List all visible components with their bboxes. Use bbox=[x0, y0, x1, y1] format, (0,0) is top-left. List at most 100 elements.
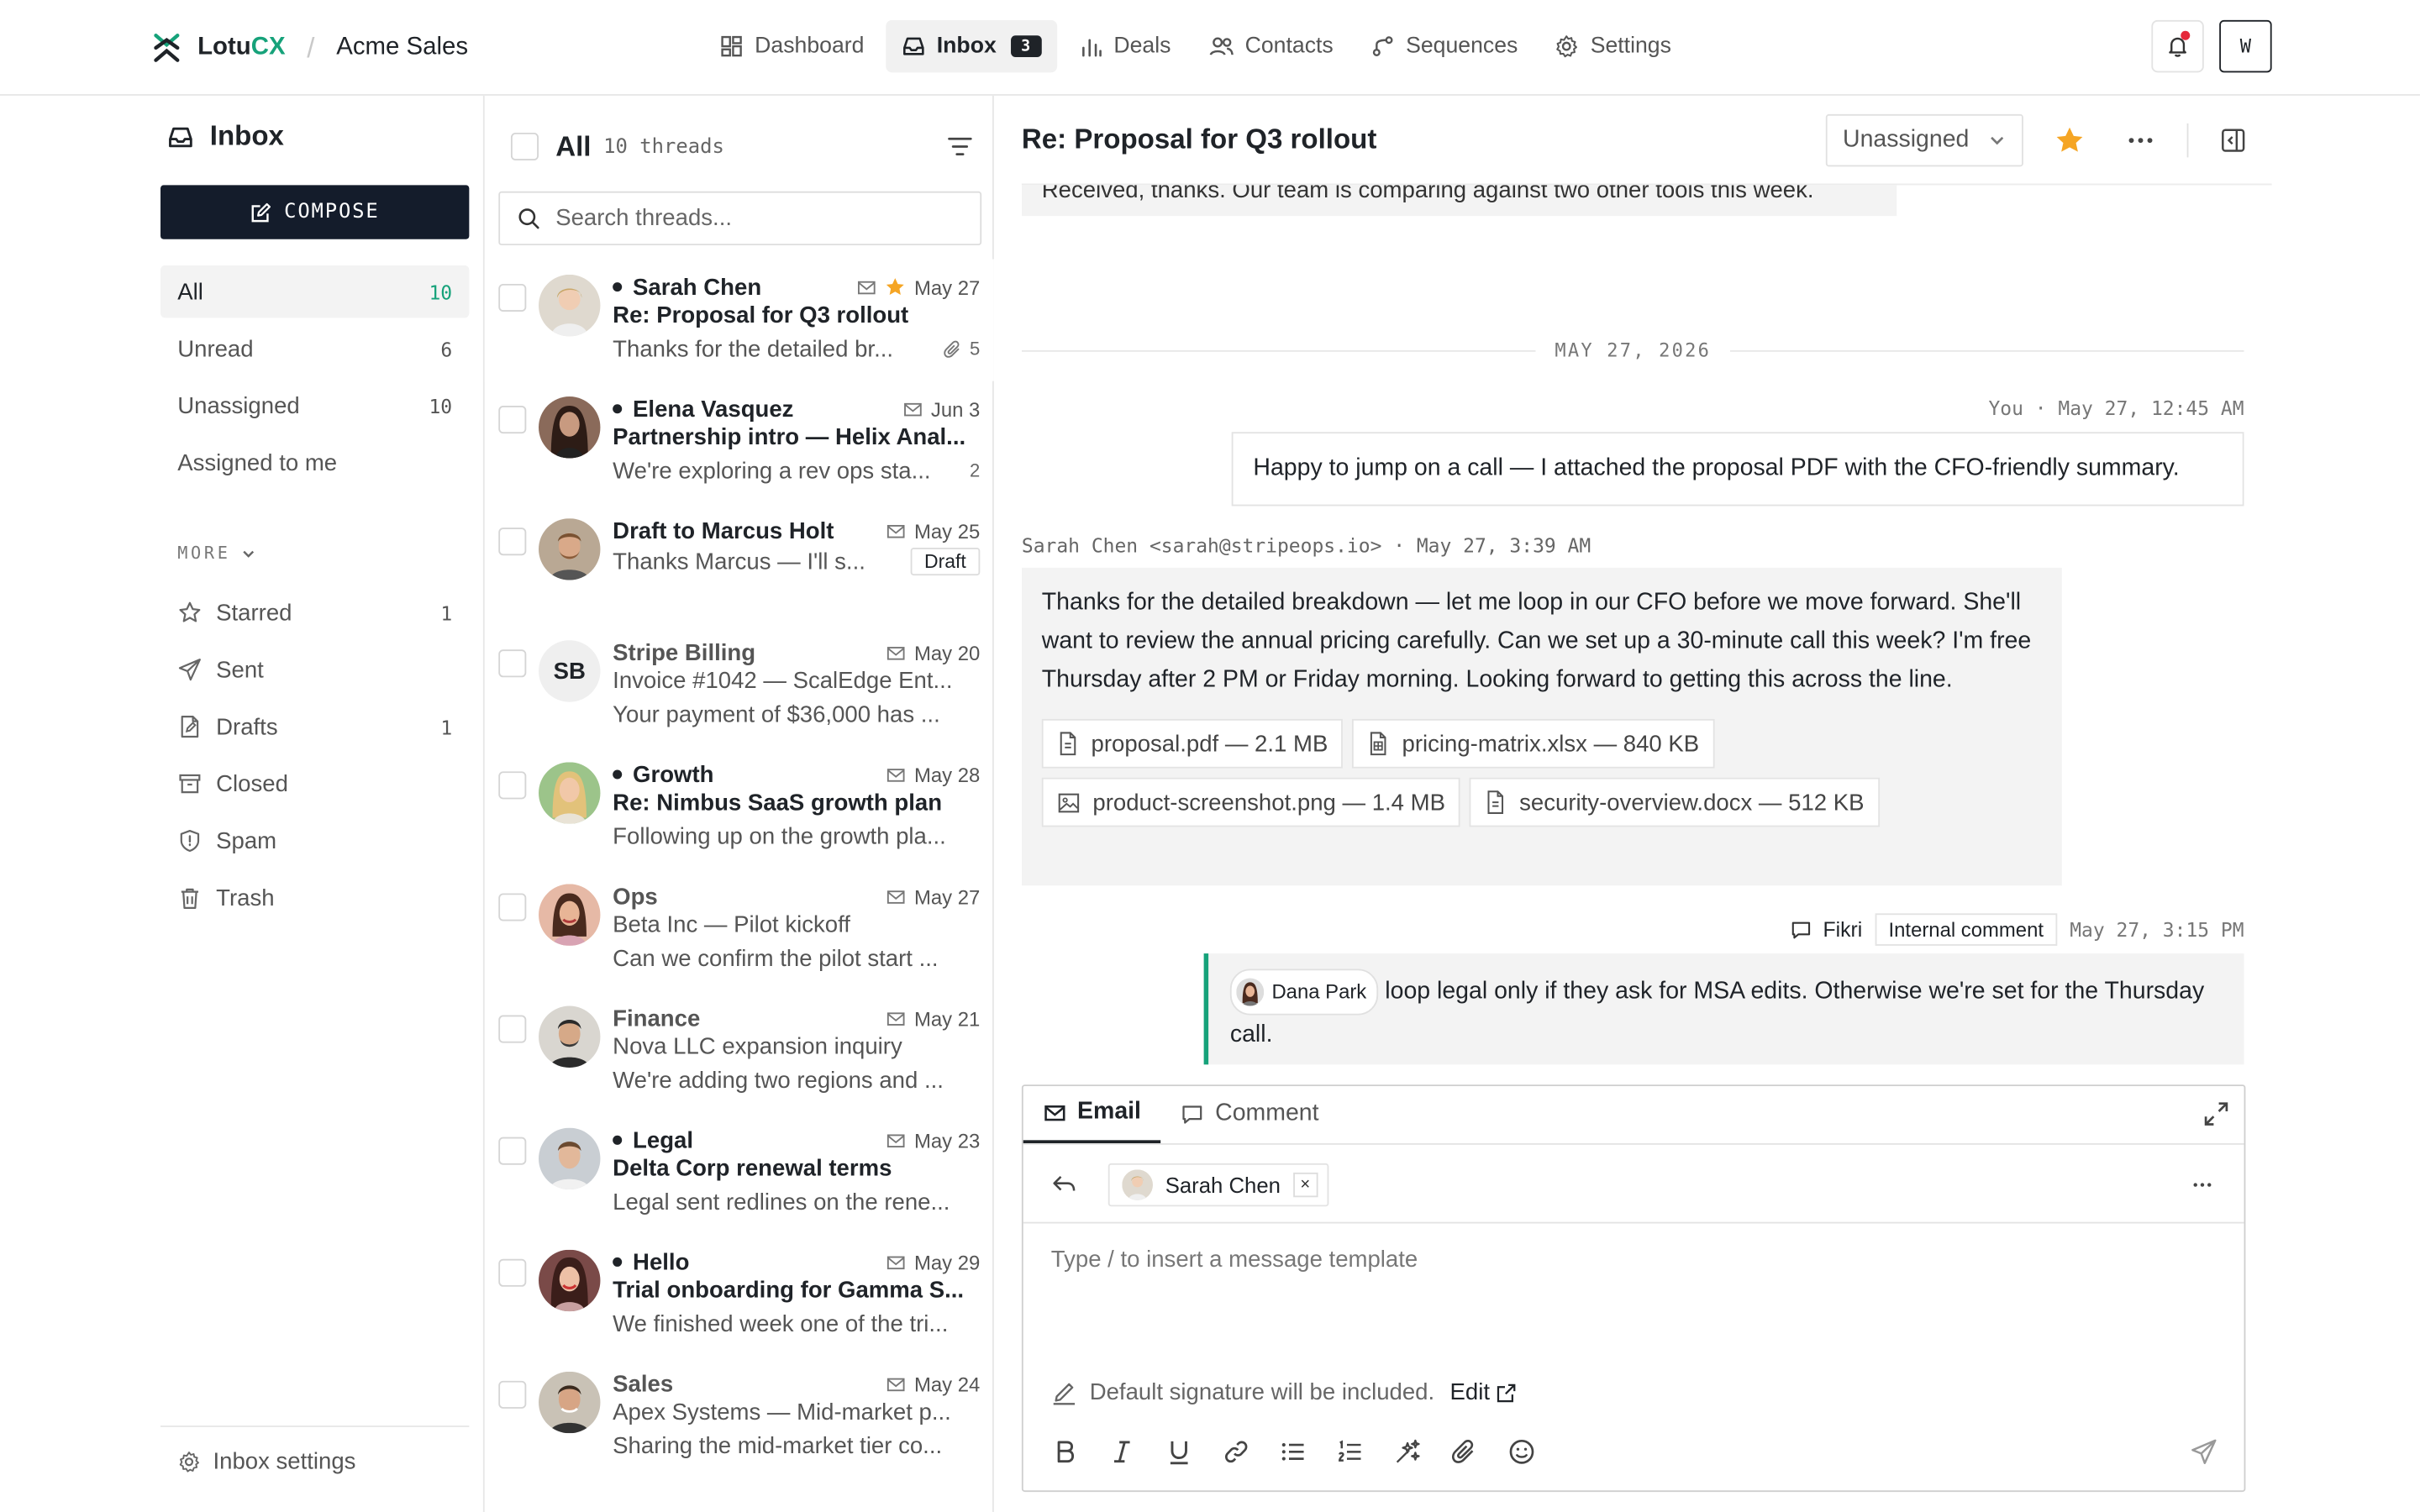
thread-checkbox[interactable] bbox=[498, 893, 527, 921]
folder-trash[interactable]: Trash bbox=[160, 872, 469, 924]
folder-unread[interactable]: Unread 6 bbox=[160, 323, 469, 375]
attachment-chip[interactable]: proposal.pdf — 2.1 MB bbox=[1041, 718, 1344, 769]
tab-comment-label: Comment bbox=[1215, 1100, 1319, 1126]
italic-icon[interactable] bbox=[1108, 1438, 1136, 1466]
select-all-checkbox[interactable] bbox=[510, 132, 539, 161]
bullet-list-icon[interactable] bbox=[1280, 1438, 1307, 1466]
search-input[interactable] bbox=[555, 205, 942, 232]
mail-icon bbox=[887, 1133, 906, 1147]
folder-label: Closed bbox=[216, 770, 288, 797]
user-avatar[interactable]: W bbox=[2219, 19, 2272, 73]
toggle-panel-icon[interactable] bbox=[2219, 126, 2247, 154]
thread-row[interactable]: Elena Vasquez Jun 3 Partnership intro — … bbox=[485, 381, 994, 503]
thread-row[interactable]: Sarah Chen May 27 Re: Proposal for Q3 ro… bbox=[484, 259, 994, 381]
assignee-select[interactable]: Unassigned bbox=[1825, 113, 2023, 166]
expand-icon[interactable] bbox=[2202, 1100, 2230, 1128]
star-filled-icon[interactable] bbox=[2054, 124, 2086, 155]
notifications-button[interactable] bbox=[2151, 19, 2204, 73]
remove-recipient-button[interactable]: × bbox=[1292, 1171, 1318, 1197]
attachment-chip[interactable]: pricing-matrix.xlsx — 840 KB bbox=[1352, 718, 1715, 769]
avatar bbox=[1122, 1168, 1154, 1200]
nav-inbox[interactable]: Inbox 3 bbox=[886, 19, 1057, 73]
nav-deals[interactable]: Deals bbox=[1063, 20, 1186, 72]
thread-row[interactable]: Ops May 27 Beta Inc — Pilot kickoff Can … bbox=[485, 869, 994, 990]
thread-row[interactable]: Hello May 29 Trial onboarding for Gamma … bbox=[485, 1234, 994, 1356]
paperclip-icon[interactable] bbox=[1450, 1438, 1478, 1466]
thread-subject: Re: Nimbus SaaS growth plan bbox=[613, 790, 943, 816]
thread-checkbox[interactable] bbox=[498, 528, 527, 556]
thread-list-panel: All 10 threads Sarah Chen May 27 Re: Pro… bbox=[482, 95, 994, 1512]
thread-preview: We're adding two regions and ... bbox=[613, 1067, 944, 1094]
thread-row[interactable]: Legal May 23 Delta Corp renewal terms Le… bbox=[485, 1112, 994, 1234]
nav-settings[interactable]: Settings bbox=[1539, 20, 1686, 72]
folder-closed[interactable]: Closed bbox=[160, 758, 469, 810]
thread-subject: Trial onboarding for Gamma S... bbox=[613, 1277, 965, 1305]
message-stream: Received, thanks. Our team is comparing … bbox=[1021, 185, 2244, 1079]
folder-spam[interactable]: Spam bbox=[160, 815, 469, 867]
thread-row[interactable]: Draft to Marcus Holt May 25 Thanks Marcu… bbox=[485, 503, 994, 625]
bold-icon[interactable] bbox=[1051, 1438, 1079, 1466]
attachment-indicator: 5 bbox=[944, 338, 980, 360]
nav-dashboard[interactable]: Dashboard bbox=[704, 20, 880, 72]
ai-sparkle-icon[interactable] bbox=[1394, 1438, 1422, 1466]
thread-checkbox[interactable] bbox=[498, 1258, 527, 1287]
chevron-down-icon bbox=[242, 549, 254, 557]
more-horizontal-icon[interactable] bbox=[2122, 124, 2159, 155]
thread-checkbox[interactable] bbox=[498, 1137, 527, 1165]
attachment-chip[interactable]: product-screenshot.png — 1.4 MB bbox=[1041, 777, 1461, 827]
nav-contacts[interactable]: Contacts bbox=[1192, 20, 1349, 72]
reply-icon[interactable] bbox=[1051, 1171, 1077, 1197]
tab-comment[interactable]: Comment bbox=[1161, 1084, 1339, 1143]
more-toggle[interactable]: MORE bbox=[177, 543, 255, 563]
mail-icon bbox=[887, 524, 906, 538]
message-input[interactable] bbox=[1050, 1247, 2224, 1340]
brand[interactable]: LotuCX / Acme Sales bbox=[151, 28, 468, 68]
edit-signature-link[interactable]: Edit bbox=[1450, 1379, 1518, 1405]
notification-dot bbox=[2181, 30, 2191, 40]
folder-unassigned[interactable]: Unassigned 10 bbox=[160, 380, 469, 432]
thread-search[interactable] bbox=[498, 191, 982, 246]
thread-row[interactable]: Growth May 28 Re: Nimbus SaaS growth pla… bbox=[485, 747, 994, 869]
draft-badge: Draft bbox=[910, 548, 981, 576]
compose-button[interactable]: COMPOSE bbox=[160, 185, 470, 239]
send-icon[interactable] bbox=[2190, 1438, 2217, 1466]
thread-row[interactable]: Finance May 21 Nova LLC expansion inquir… bbox=[485, 990, 994, 1112]
thread-row[interactable]: Sales May 24 Apex Systems — Mid-market p… bbox=[485, 1356, 994, 1478]
folder-drafts[interactable]: Drafts 1 bbox=[160, 701, 469, 753]
outgoing-message: Happy to jump on a call — I attached the… bbox=[1231, 432, 2244, 507]
mail-icon bbox=[887, 890, 906, 903]
thread-checkbox[interactable] bbox=[498, 1015, 527, 1043]
chevron-down-icon bbox=[1991, 135, 2004, 144]
formatting-toolbar bbox=[1051, 1435, 2218, 1468]
avatar bbox=[1236, 978, 1265, 1006]
avatar-initials: SB bbox=[539, 640, 601, 702]
nav-deals-label: Deals bbox=[1113, 34, 1171, 59]
thread-checkbox[interactable] bbox=[498, 406, 527, 434]
folder-sent[interactable]: Sent bbox=[160, 643, 469, 696]
thread-row[interactable]: SB Stripe Billing May 20 Invoice #1042 —… bbox=[485, 625, 994, 747]
folder-assigned-to-me[interactable]: Assigned to me bbox=[160, 437, 469, 489]
conversation-header: Re: Proposal for Q3 rollout Unassigned bbox=[1021, 96, 2272, 186]
inbox-settings-link[interactable]: Inbox settings bbox=[160, 1425, 470, 1475]
folder-starred[interactable]: Starred 1 bbox=[160, 586, 469, 638]
emoji-icon[interactable] bbox=[1507, 1438, 1535, 1466]
folder-all[interactable]: All 10 bbox=[160, 265, 470, 318]
thread-checkbox[interactable] bbox=[498, 1380, 527, 1409]
day-separator-label: MAY 27, 2026 bbox=[1555, 339, 1712, 361]
thread-checkbox[interactable] bbox=[498, 283, 527, 312]
org-name[interactable]: Acme Sales bbox=[336, 34, 468, 61]
thread-preview: Following up on the growth pla... bbox=[613, 822, 946, 850]
filter-icon[interactable] bbox=[946, 133, 974, 160]
thread-checkbox[interactable] bbox=[498, 649, 527, 678]
more-horizontal-icon[interactable] bbox=[2188, 1170, 2216, 1198]
mention-chip[interactable]: Dana Park bbox=[1229, 969, 1379, 1016]
underline-icon[interactable] bbox=[1165, 1438, 1193, 1466]
attachment-chip[interactable]: security-overview.docx — 512 KB bbox=[1470, 777, 1880, 827]
tab-email[interactable]: Email bbox=[1023, 1084, 1161, 1143]
numbered-list-icon[interactable] bbox=[1337, 1438, 1365, 1466]
recipient-chip[interactable]: Sarah Chen × bbox=[1107, 1162, 1328, 1206]
star-filled-icon[interactable] bbox=[885, 276, 907, 298]
link-icon[interactable] bbox=[1223, 1438, 1250, 1466]
thread-checkbox[interactable] bbox=[498, 771, 527, 800]
nav-sequences[interactable]: Sequences bbox=[1355, 20, 1533, 72]
